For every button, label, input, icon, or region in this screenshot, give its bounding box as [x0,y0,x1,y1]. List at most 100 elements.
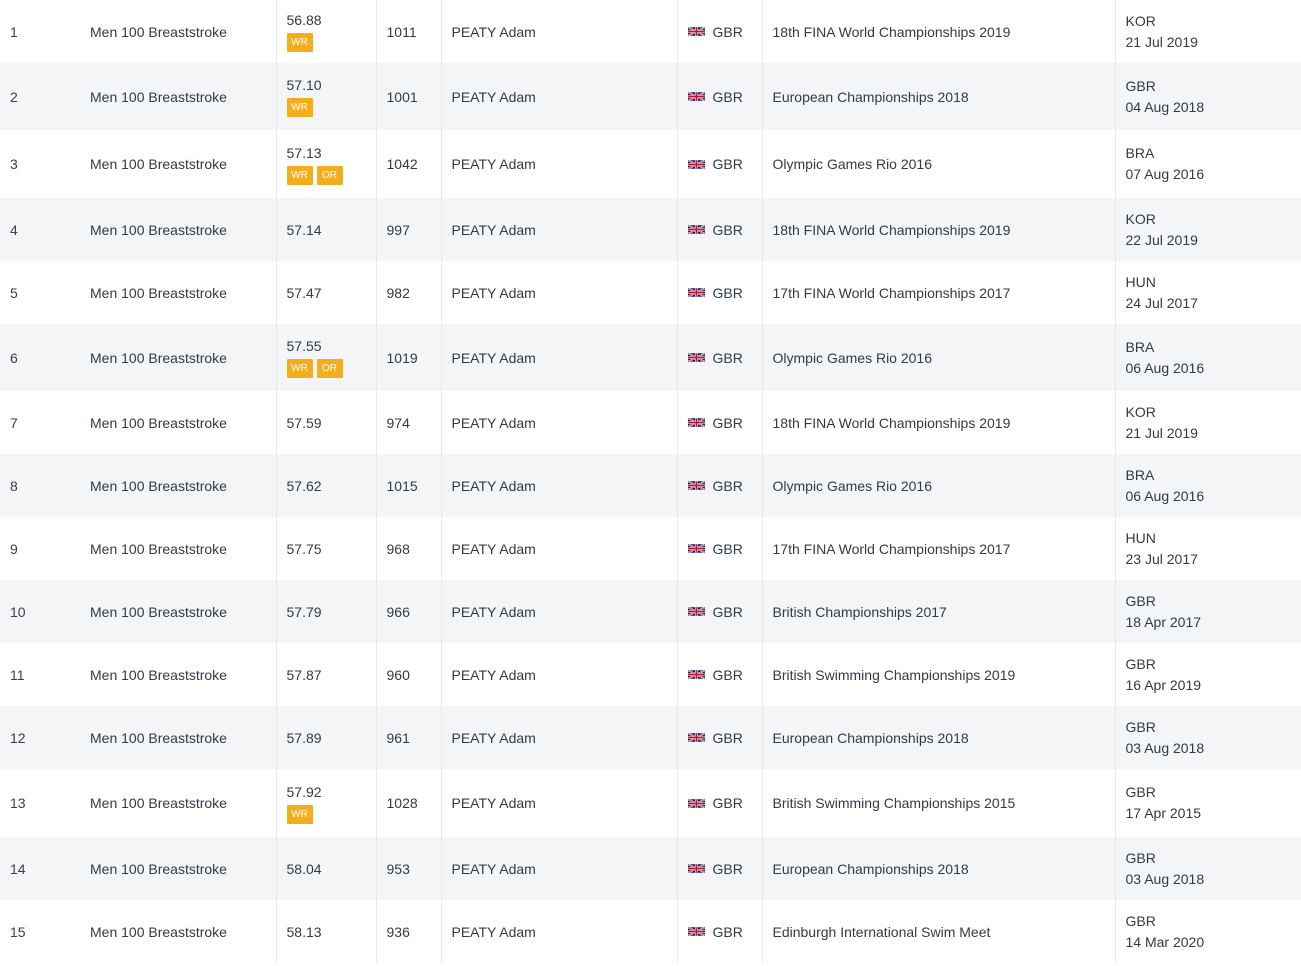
time-cell: 57.62 [275,454,376,517]
world-record-badge: WR [286,165,313,185]
time-cell: 57.75 [275,517,376,580]
event-cell: Men 100 Breaststroke [90,23,227,40]
table-row[interactable]: 4 Men 100 Breaststroke 57.14 997 PEATY Adam G… [0,198,1301,261]
meet-date: 07 Aug 2016 [1125,166,1205,182]
meet-name[interactable]: 18th FINA World Championships 2019 [761,0,1115,63]
time-cell: 57.14 [275,198,376,261]
table-row[interactable]: 7 Men 100 Breaststroke 57.59 974 PEATY Adam G… [0,391,1301,454]
location-date-cell: BRA 06 Aug 2016 [1114,454,1301,517]
meet-date: 17 Apr 2015 [1125,805,1202,821]
table-row[interactable]: 12 Men 100 Breaststroke 57.89 961 PEATY Adam… [0,706,1301,769]
athlete-name[interactable]: PEATY Adam [440,63,677,130]
time-cell: 57.87 [275,643,376,706]
athlete-name[interactable]: PEATY Adam [440,130,677,198]
table-row[interactable]: 10 Men 100 Breaststroke 57.79 966 PEATY Adam… [0,580,1301,643]
meet-name[interactable]: Olympic Games Rio 2016 [761,324,1115,391]
meet-location: GBR [1125,655,1156,672]
athlete-name[interactable]: PEATY Adam [440,580,677,643]
meet-location: HUN [1125,273,1156,290]
swim-time: 57.89 [286,729,322,746]
athlete-name[interactable]: PEATY Adam [440,769,677,837]
athlete-name[interactable]: PEATY Adam [440,391,677,454]
athlete-name[interactable]: PEATY Adam [440,0,677,63]
points-cell: 968 [375,517,441,580]
rank-cell: 13 [10,795,26,811]
meet-date: 06 Aug 2016 [1125,487,1205,504]
table-row[interactable]: 14 Men 100 Breaststroke 58.04 953 PEATY Adam… [0,837,1301,900]
meet-name[interactable]: 18th FINA World Championships 2019 [761,391,1115,454]
athlete-name[interactable]: PEATY Adam [440,454,677,517]
meet-name[interactable]: European Championships 2018 [761,837,1115,900]
rank-cell: 11 [10,666,25,683]
meet-date: 14 Mar 2020 [1125,933,1205,950]
country-cell: GBR [676,517,762,580]
meet-name[interactable]: European Championships 2018 [761,63,1115,130]
swim-time: 57.14 [286,221,322,238]
time-cell: 57.92 WR [275,769,376,837]
meet-name[interactable]: British Championships 2017 [761,580,1115,643]
table-row[interactable]: 2 Men 100 Breaststroke 57.10 WR 1001 PEATY Ad… [0,63,1301,130]
location-date-cell: GBR 03 Aug 2018 [1114,706,1301,769]
meet-location: GBR [1125,718,1156,735]
event-cell: Men 100 Breaststroke [90,156,227,172]
athlete-name[interactable]: PEATY Adam [440,517,677,580]
meet-location: KOR [1125,12,1156,29]
table-row[interactable]: 8 Men 100 Breaststroke 57.62 1015 PEATY Adam… [0,454,1301,517]
meet-date: 23 Jul 2017 [1125,550,1198,567]
table-row[interactable]: 5 Men 100 Breaststroke 57.47 982 PEATY Adam G… [0,261,1301,324]
meet-name[interactable]: Olympic Games Rio 2016 [761,454,1115,517]
location-date-cell: HUN 23 Jul 2017 [1114,517,1301,580]
location-date-cell: GBR 14 Mar 2020 [1114,900,1301,963]
time-cell: 57.13 WR OR [275,130,376,198]
swim-time: 58.13 [286,923,322,940]
athlete-name[interactable]: PEATY Adam [440,900,677,963]
world-record-badge: WR [286,359,313,378]
meet-date: 18 Apr 2017 [1125,613,1202,630]
swim-time: 56.88 [286,12,322,28]
meet-date: 04 Aug 2018 [1125,98,1205,115]
meet-location: KOR [1125,210,1156,227]
athlete-name[interactable]: PEATY Adam [440,324,677,391]
meet-name[interactable]: Olympic Games Rio 2016 [761,130,1115,198]
points-cell: 1028 [375,769,441,837]
meet-name[interactable]: 17th FINA World Championships 2017 [761,517,1115,580]
points-cell: 936 [375,900,441,963]
location-date-cell: KOR 21 Jul 2019 [1114,0,1301,63]
meet-name[interactable]: British Swimming Championships 2019 [761,643,1115,706]
athlete-name[interactable]: PEATY Adam [440,643,677,706]
record-badges: WR [286,804,376,824]
points-cell: 1015 [375,454,441,517]
athlete-name[interactable]: PEATY Adam [440,198,677,261]
meet-name[interactable]: 18th FINA World Championships 2019 [761,198,1115,261]
meet-name[interactable]: Edinburgh International Swim Meet [761,900,1115,963]
points-cell: 997 [375,198,441,261]
athlete-name[interactable]: PEATY Adam [440,261,677,324]
table-row[interactable]: 1 Men 100 Breaststroke 56.88 WR 1011 PEATY Ad… [0,0,1301,63]
table-row[interactable]: 9 Men 100 Breaststroke 57.75 968 PEATY Adam G… [0,517,1301,580]
meet-name[interactable]: 17th FINA World Championships 2017 [761,261,1115,324]
rank-cell: 2 [10,88,18,105]
meet-date: 21 Jul 2019 [1125,33,1198,50]
country-cell: GBR [676,324,762,391]
table-row[interactable]: 13 Men 100 Breaststroke 57.92 WR 1028 PEATY A… [0,769,1301,837]
event-cell: Men 100 Breaststroke [90,349,227,366]
table-row[interactable]: 6 Men 100 Breaststroke 57.55 WR OR 1019 PEATY … [0,324,1301,391]
athlete-name[interactable]: PEATY Adam [440,706,677,769]
meet-date: 22 Jul 2019 [1125,231,1198,248]
event-cell: Men 100 Breaststroke [90,860,227,877]
uk-flag-icon [687,417,705,428]
meet-location: KOR [1125,403,1156,420]
meet-name[interactable]: European Championships 2018 [761,706,1115,769]
country-cell: GBR [676,837,762,900]
table-row[interactable]: 15 Men 100 Breaststroke 58.13 936 PEATY Adam… [0,900,1301,963]
country-cell: GBR [676,261,762,324]
meet-name[interactable]: British Swimming Championships 2015 [761,769,1115,837]
meet-location: GBR [1125,592,1156,609]
table-row[interactable]: 11 Men 100 Breaststroke 57.87 960 PEATY Adam… [0,643,1301,706]
country-code: GBR [712,88,743,105]
athlete-name[interactable]: PEATY Adam [440,837,677,900]
table-row[interactable]: 3 Men 100 Breaststroke 57.13 WR OR 1042 PEATY … [0,130,1301,198]
event-cell: Men 100 Breaststroke [90,88,227,105]
event-cell: Men 100 Breaststroke [90,666,227,683]
meet-location: GBR [1125,849,1156,866]
